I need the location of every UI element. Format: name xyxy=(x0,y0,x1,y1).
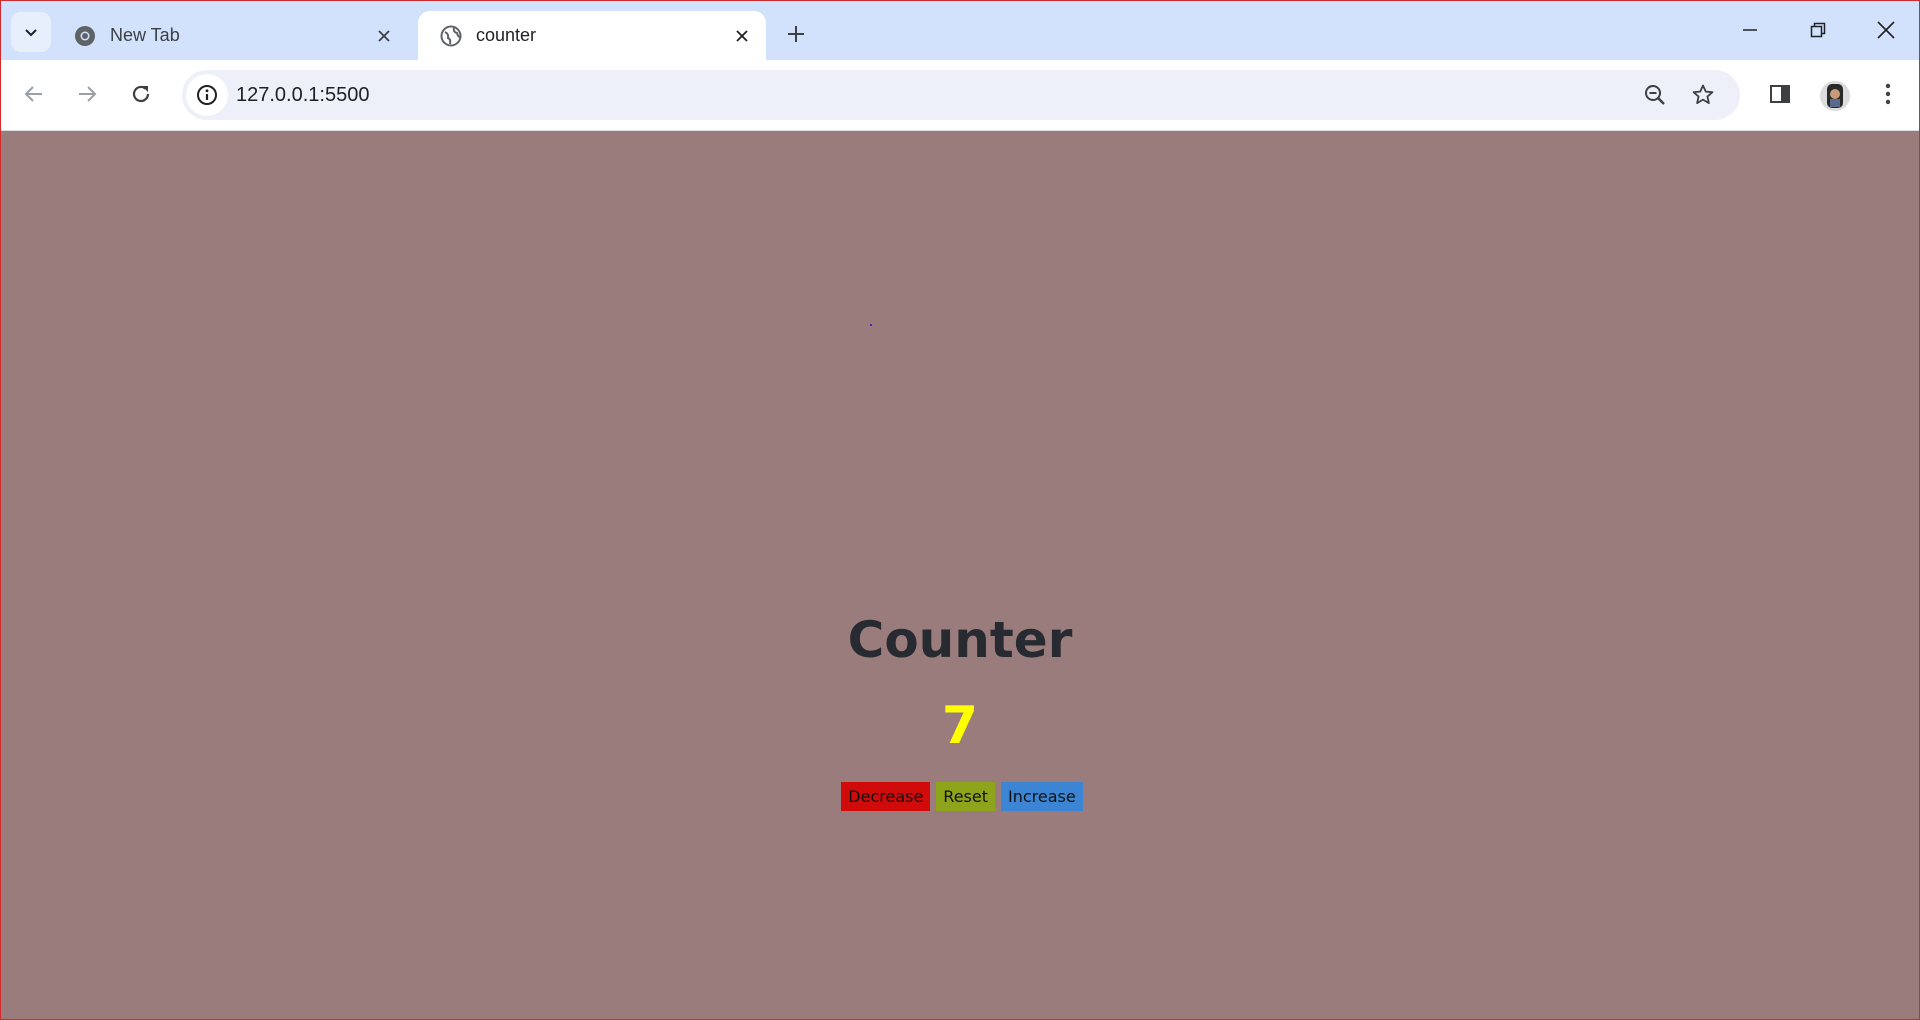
side-panel-button[interactable] xyxy=(1760,74,1800,114)
site-info-button[interactable] xyxy=(186,74,228,116)
tab-title: counter xyxy=(476,25,537,45)
reset-button[interactable]: Reset xyxy=(936,782,995,811)
minimize-icon xyxy=(1743,29,1757,31)
star-icon xyxy=(1692,84,1714,104)
reload-icon xyxy=(132,85,150,103)
page-viewport: Counter 7 Decrease Reset Increase xyxy=(1,131,1919,1019)
decrease-button[interactable]: Decrease xyxy=(841,782,931,811)
close-icon xyxy=(1877,21,1895,39)
tab-search-button[interactable] xyxy=(11,12,51,52)
counter-value: 7 xyxy=(941,696,979,756)
restore-button[interactable] xyxy=(1794,9,1842,51)
address-bar[interactable]: 127.0.0.1:5500 xyxy=(182,70,1740,120)
close-tab-icon[interactable] xyxy=(372,24,396,48)
minimize-button[interactable] xyxy=(1726,9,1774,51)
counter-buttons: Decrease Reset Increase xyxy=(1,782,1920,811)
menu-button[interactable] xyxy=(1868,74,1908,114)
tab-strip: New Tab counter xyxy=(1,1,1919,60)
reload-button[interactable] xyxy=(121,74,161,114)
page-title: Counter xyxy=(847,611,1073,669)
tab-title: New Tab xyxy=(110,25,180,45)
increase-button[interactable]: Increase xyxy=(1001,782,1083,811)
plus-icon xyxy=(788,26,804,42)
close-window-button[interactable] xyxy=(1862,9,1910,51)
profile-avatar[interactable] xyxy=(1820,81,1850,111)
tab-counter[interactable]: counter xyxy=(418,11,766,60)
close-tab-icon[interactable] xyxy=(730,24,754,48)
more-vert-icon xyxy=(1885,83,1891,105)
arrow-right-icon xyxy=(79,86,97,102)
browser-toolbar: 127.0.0.1:5500 xyxy=(1,60,1919,131)
globe-icon xyxy=(440,25,462,47)
zoom-out-icon xyxy=(1645,85,1665,105)
stray-dot xyxy=(870,324,872,326)
chevron-down-icon xyxy=(25,29,37,37)
chrome-icon xyxy=(74,25,96,47)
url-text: 127.0.0.1:5500 xyxy=(236,84,370,106)
profile-icon xyxy=(1820,81,1850,111)
back-button[interactable] xyxy=(14,74,54,114)
info-icon xyxy=(197,85,217,105)
forward-button[interactable] xyxy=(67,74,107,114)
bookmark-button[interactable] xyxy=(1685,77,1721,113)
tab-new-tab[interactable]: New Tab xyxy=(52,11,408,60)
browser-window: New Tab counter 127.0.0.1:5500 Counter 7… xyxy=(0,0,1920,1020)
restore-icon xyxy=(1810,22,1826,38)
arrow-left-icon xyxy=(24,86,42,102)
zoom-button[interactable] xyxy=(1637,77,1673,113)
new-tab-button[interactable] xyxy=(778,16,814,52)
side-panel-icon xyxy=(1770,85,1790,103)
